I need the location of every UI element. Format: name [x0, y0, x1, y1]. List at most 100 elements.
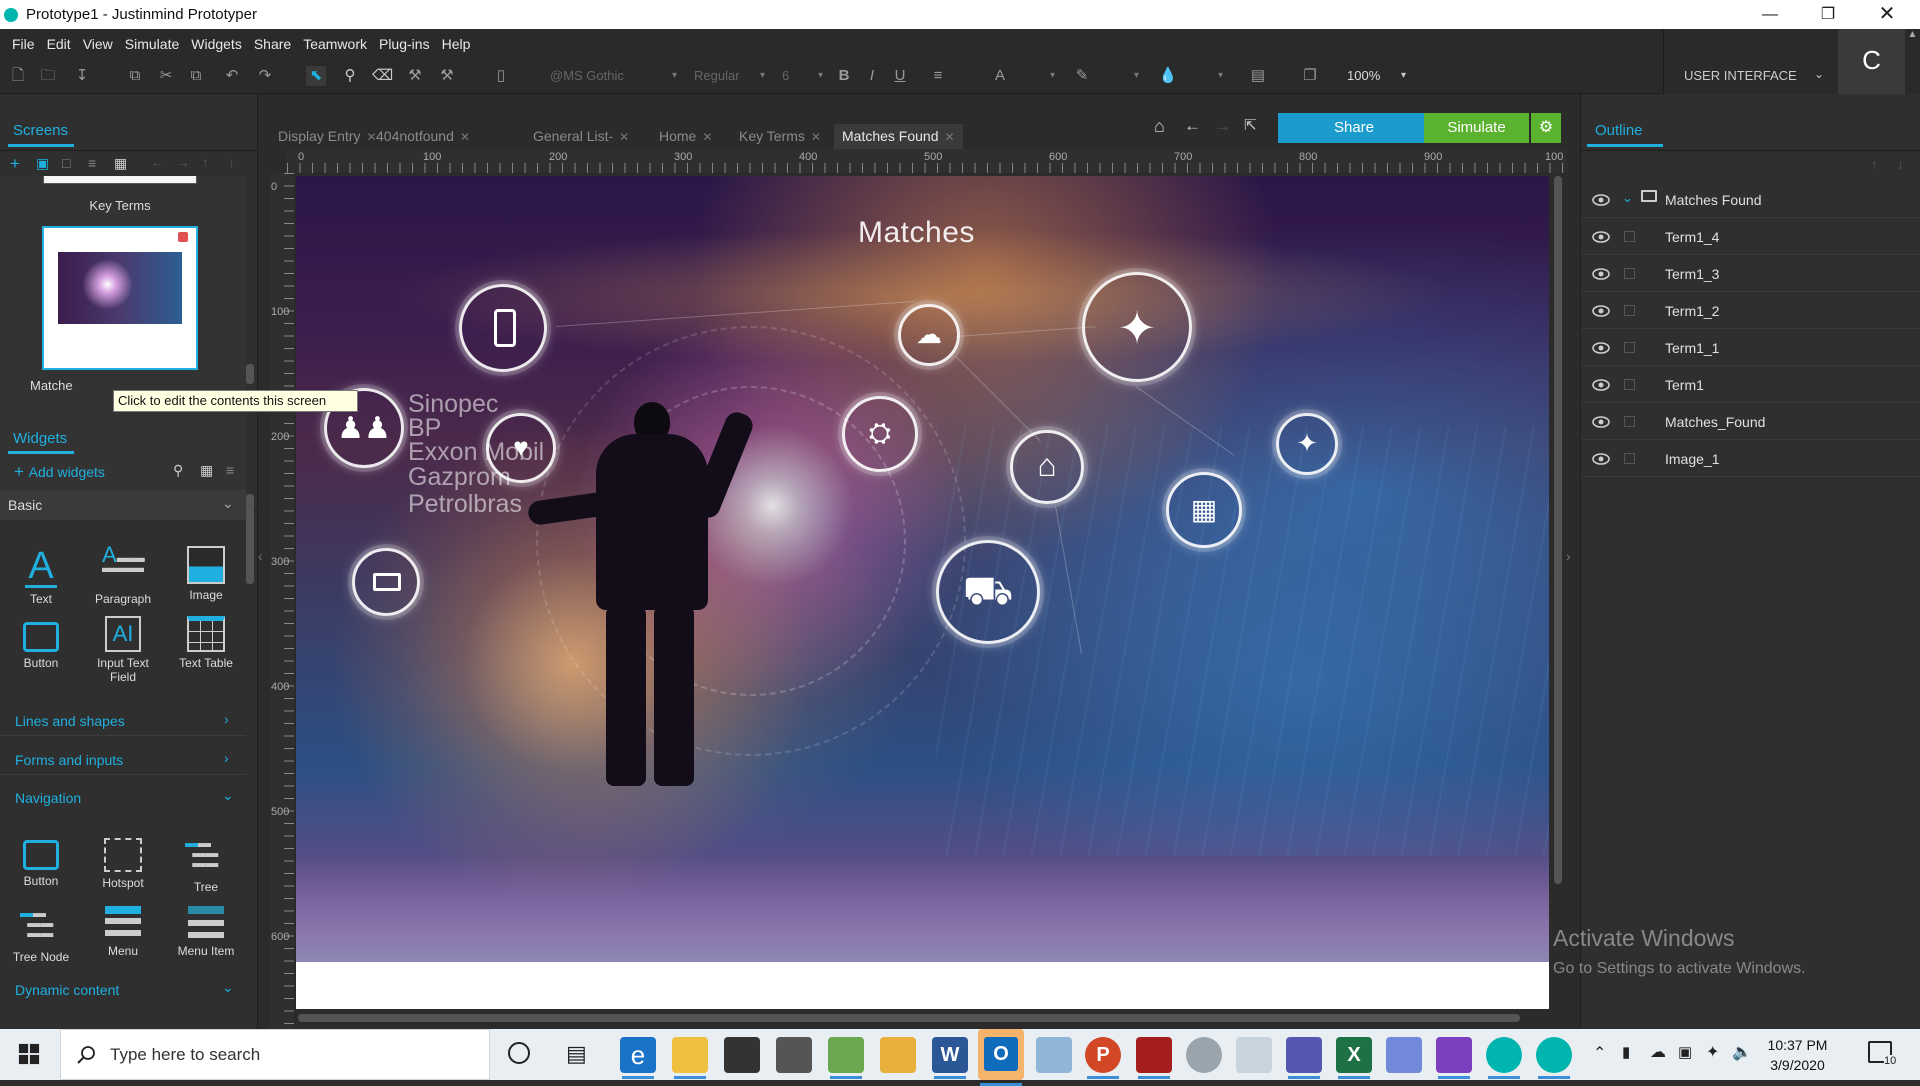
gear-icon[interactable]: ⚙ [1531, 113, 1561, 143]
add-image-icon[interactable]: ▣ [36, 155, 49, 172]
device-icon[interactable]: ▯ [491, 66, 511, 86]
outline-row[interactable]: Matches_Found [1581, 403, 1920, 440]
user-avatar[interactable]: C [1838, 29, 1905, 94]
canvas-vertical-scrollbar[interactable] [1554, 176, 1562, 884]
font-style-select[interactable]: Regular ▾ [690, 65, 768, 87]
file-explorer-icon[interactable] [672, 1037, 708, 1079]
app-icon[interactable] [880, 1037, 916, 1073]
section-lines-shapes[interactable]: Lines and shapes [15, 713, 125, 729]
chevron-right-icon[interactable]: › [224, 711, 229, 727]
nav-widget-tree-node[interactable]: ▬▬ ▬▬ ▬▬ Tree Node [1, 904, 81, 964]
nav-widget-menu-item[interactable]: Menu Item [166, 904, 246, 958]
tab-key-terms[interactable]: Key Terms ✕ [731, 124, 829, 149]
eye-icon[interactable] [1592, 228, 1610, 246]
widget-category-select[interactable]: Basic ⌄ [0, 490, 246, 520]
widgets-title[interactable]: Widgets [13, 430, 67, 447]
justinmind-icon[interactable] [1486, 1037, 1522, 1079]
volume-icon[interactable]: 🔈 [1732, 1042, 1752, 1062]
cut-icon[interactable]: ✂ [156, 66, 176, 86]
outline-row[interactable]: Term1 [1581, 366, 1920, 403]
menu-teamwork[interactable]: Teamwork [297, 29, 373, 58]
cortana-icon[interactable] [508, 1042, 530, 1064]
font-color-icon[interactable]: A [990, 66, 1010, 86]
chevron-right-icon[interactable]: › [224, 750, 229, 766]
paint-icon[interactable]: ⚒ [437, 66, 457, 86]
format-painter-icon[interactable]: ⚒ [405, 66, 425, 86]
lock-checkbox[interactable] [1624, 416, 1635, 427]
chevron-down-icon[interactable]: ⌄ [1622, 190, 1633, 206]
key-terms-thumbnail[interactable] [43, 176, 197, 184]
nav-widget-tree[interactable]: ▬▬ ▬▬ ▬▬ Tree [166, 834, 246, 894]
arrow-down-icon[interactable]: ↓ [228, 154, 235, 170]
mail-icon[interactable] [776, 1037, 812, 1073]
close-tab-icon[interactable]: ✕ [619, 130, 629, 144]
close-tab-icon[interactable]: ✕ [702, 130, 712, 144]
back-icon[interactable]: ← [1184, 116, 1201, 136]
widget-text[interactable]: A Text [1, 546, 81, 606]
arrange-icon[interactable]: ❐ [1300, 66, 1320, 86]
wifi-icon[interactable]: ✦ [1706, 1042, 1719, 1062]
folder-icon[interactable]: □ [62, 155, 70, 171]
app-icon[interactable] [1236, 1037, 1272, 1073]
justinmind-icon[interactable] [1536, 1037, 1572, 1079]
task-view-icon[interactable]: ▤ [566, 1041, 587, 1067]
eye-icon[interactable] [1592, 339, 1610, 357]
outline-root-row[interactable]: ⌄ Matches Found [1581, 181, 1920, 218]
teams-icon[interactable] [1286, 1037, 1322, 1079]
collapse-left-icon[interactable]: ‹ [258, 548, 270, 588]
menu-file[interactable]: File [6, 29, 41, 58]
scroll-arrow-icon[interactable]: ▲ [1905, 29, 1920, 94]
widget-paragraph[interactable]: A▬▬ ▬▬▬ Paragraph [83, 544, 163, 607]
word-icon[interactable]: W [932, 1037, 968, 1079]
arrow-up-icon[interactable]: ↑ [202, 154, 209, 170]
start-button[interactable] [0, 1029, 58, 1080]
close-button[interactable]: ✕ [1858, 0, 1916, 29]
outline-row[interactable]: Image_1 [1581, 440, 1920, 477]
tab-general-list[interactable]: General List- ✕ [525, 124, 637, 149]
chevron-down-icon[interactable]: ⌄ [222, 787, 234, 804]
matches-title[interactable]: Matches [858, 216, 975, 250]
section-dynamic-content[interactable]: Dynamic content [15, 982, 119, 998]
select-tool-icon[interactable]: ⬉ [306, 66, 326, 86]
screen-label-matches[interactable]: Matche [30, 378, 110, 393]
arrow-up-icon[interactable]: ↑ [1871, 156, 1878, 172]
onedrive-icon[interactable]: ☁ [1650, 1042, 1666, 1062]
eye-icon[interactable] [1592, 450, 1610, 468]
lock-checkbox[interactable] [1624, 231, 1635, 242]
outline-row[interactable]: Term1_3 [1581, 255, 1920, 292]
eye-icon[interactable] [1592, 191, 1610, 209]
home-icon[interactable]: ⌂ [1154, 116, 1165, 137]
taskbar-search-input[interactable]: Type here to search [60, 1029, 490, 1080]
redo-icon[interactable]: ↷ [255, 66, 275, 86]
widget-text-table[interactable]: Text Table [166, 616, 246, 670]
tab-home[interactable]: Home ✕ [651, 124, 720, 149]
excel-icon[interactable]: X [1336, 1037, 1372, 1079]
canvas-horizontal-scrollbar[interactable] [298, 1014, 1520, 1022]
new-file-icon[interactable]: 🗋 [8, 66, 28, 86]
outlook-icon[interactable]: O [978, 1029, 1024, 1086]
minimize-button[interactable]: — [1741, 0, 1799, 29]
screens-title[interactable]: Screens [13, 122, 68, 139]
font-family-select[interactable]: @MS Gothic ▾ [546, 65, 680, 87]
search-icon[interactable]: ⚲ [173, 462, 183, 479]
lock-checkbox[interactable] [1624, 379, 1635, 390]
lock-checkbox[interactable] [1624, 453, 1635, 464]
border-select[interactable]: ▾ [1098, 65, 1142, 87]
align-objects-icon[interactable]: ▤ [1248, 66, 1268, 86]
chevron-down-icon[interactable]: ⌄ [222, 979, 234, 996]
zoom-select[interactable]: 100% ▾ [1343, 65, 1409, 87]
close-tab-icon[interactable]: ✕ [945, 130, 955, 144]
border-color-icon[interactable]: ✎ [1072, 66, 1092, 86]
clock[interactable]: 10:37 PM 3/9/2020 [1755, 1035, 1840, 1075]
close-tab-icon[interactable]: ✕ [811, 130, 821, 144]
store-icon[interactable] [724, 1037, 760, 1073]
camera-icon[interactable]: ▣ [1678, 1043, 1692, 1061]
widget-button[interactable]: Button [1, 616, 81, 670]
open-folder-icon[interactable]: 🗀 [38, 66, 58, 86]
grid-view-icon[interactable]: ▦ [200, 462, 213, 479]
close-tab-icon[interactable]: ✕ [460, 130, 470, 144]
menu-simulate[interactable]: Simulate [119, 29, 185, 58]
menu-share[interactable]: Share [248, 29, 297, 58]
font-color-select[interactable]: ▾ [1014, 65, 1058, 87]
term-petrolbras[interactable]: Petrolbras [408, 490, 522, 519]
